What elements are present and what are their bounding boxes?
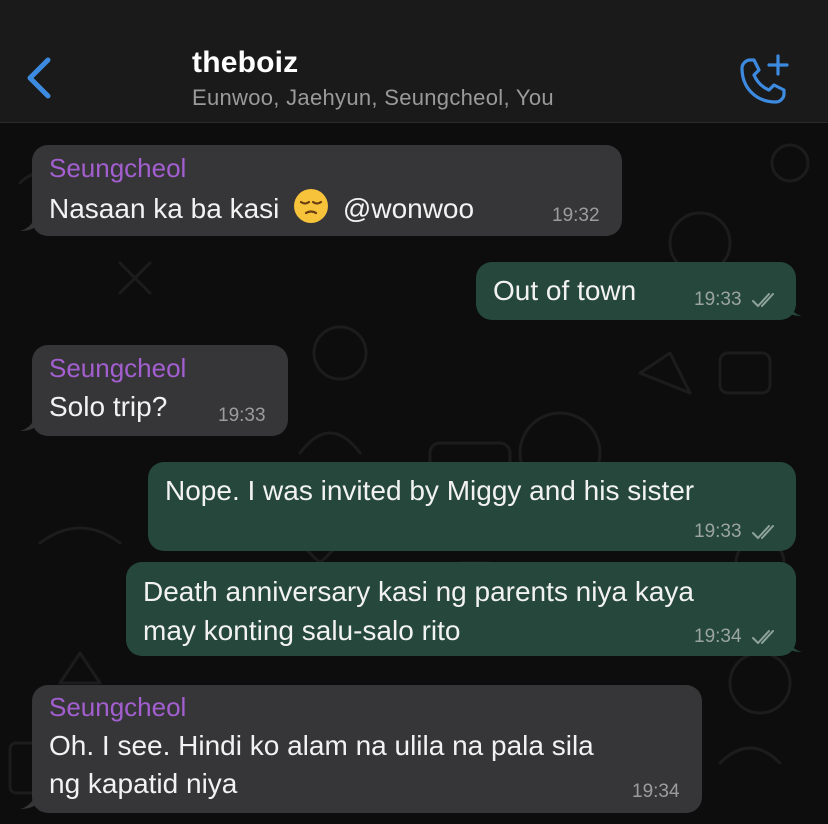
bubble-tail <box>784 296 802 316</box>
message-time: 19:33 <box>218 405 266 426</box>
message-time: 19:34 <box>694 626 742 647</box>
sender-name[interactable]: Seungcheol <box>49 692 186 723</box>
message-bubble-incoming[interactable]: Seungcheol Oh. I see. Hindi ko alam na u… <box>20 685 702 813</box>
message-text-line-1: Death anniversary kasi ng parents niya k… <box>143 576 694 607</box>
message-text: Out of town <box>493 275 637 306</box>
pensive-face-icon <box>294 189 329 223</box>
chat-header: theboiz Eunwoo, Jaehyun, Seungcheol, You <box>0 0 828 123</box>
bubble-tail <box>784 632 802 652</box>
sender-name[interactable]: Seungcheol <box>49 353 186 384</box>
double-tick-icon <box>752 525 774 539</box>
bubble-tail <box>20 211 38 231</box>
message-bubble-outgoing[interactable]: Out of town 19:33 <box>476 262 802 320</box>
message-text: Nasaan ka ba kasi @wonwoo <box>49 188 474 228</box>
bubble-tail <box>20 411 38 431</box>
message-text-part: Nasaan ka ba kasi <box>49 193 280 224</box>
chevron-left-icon <box>27 57 51 99</box>
phone-plus-icon <box>740 54 789 104</box>
sender-name[interactable]: Seungcheol <box>49 153 186 184</box>
message-text: Solo trip? <box>49 391 168 422</box>
message-bubble-outgoing[interactable]: Death anniversary kasi ng parents niya k… <box>126 562 802 656</box>
chat-participants[interactable]: Eunwoo, Jaehyun, Seungcheol, You <box>192 85 554 111</box>
message-bubble-incoming[interactable]: Seungcheol Solo trip? 19:33 <box>20 345 288 436</box>
back-button[interactable] <box>20 56 60 100</box>
double-tick-icon <box>752 293 774 307</box>
add-call-button[interactable] <box>734 52 794 108</box>
message-time: 19:34 <box>632 781 680 802</box>
mention-wonwoo[interactable]: @wonwoo <box>343 193 474 224</box>
message-bubble-incoming[interactable]: Seungcheol Nasaan ka ba kasi @wonwoo 19:… <box>20 145 622 236</box>
message-text-line-2: ng kapatid niya <box>49 768 238 799</box>
chat-title[interactable]: theboiz <box>192 46 298 80</box>
message-bubble-outgoing[interactable]: Nope. I was invited by Miggy and his sis… <box>148 462 796 551</box>
message-time: 19:32 <box>552 205 600 226</box>
message-text: Nope. I was invited by Miggy and his sis… <box>165 475 695 506</box>
message-text-line-2: may konting salu-salo rito <box>143 615 461 646</box>
message-text-line-1: Oh. I see. Hindi ko alam na ulila na pal… <box>49 730 594 761</box>
bubble-tail <box>20 789 38 809</box>
message-time: 19:33 <box>694 521 742 542</box>
chat-screen: theboiz Eunwoo, Jaehyun, Seungcheol, You… <box>0 0 828 824</box>
message-time: 19:33 <box>694 289 742 310</box>
double-tick-icon <box>752 630 774 644</box>
